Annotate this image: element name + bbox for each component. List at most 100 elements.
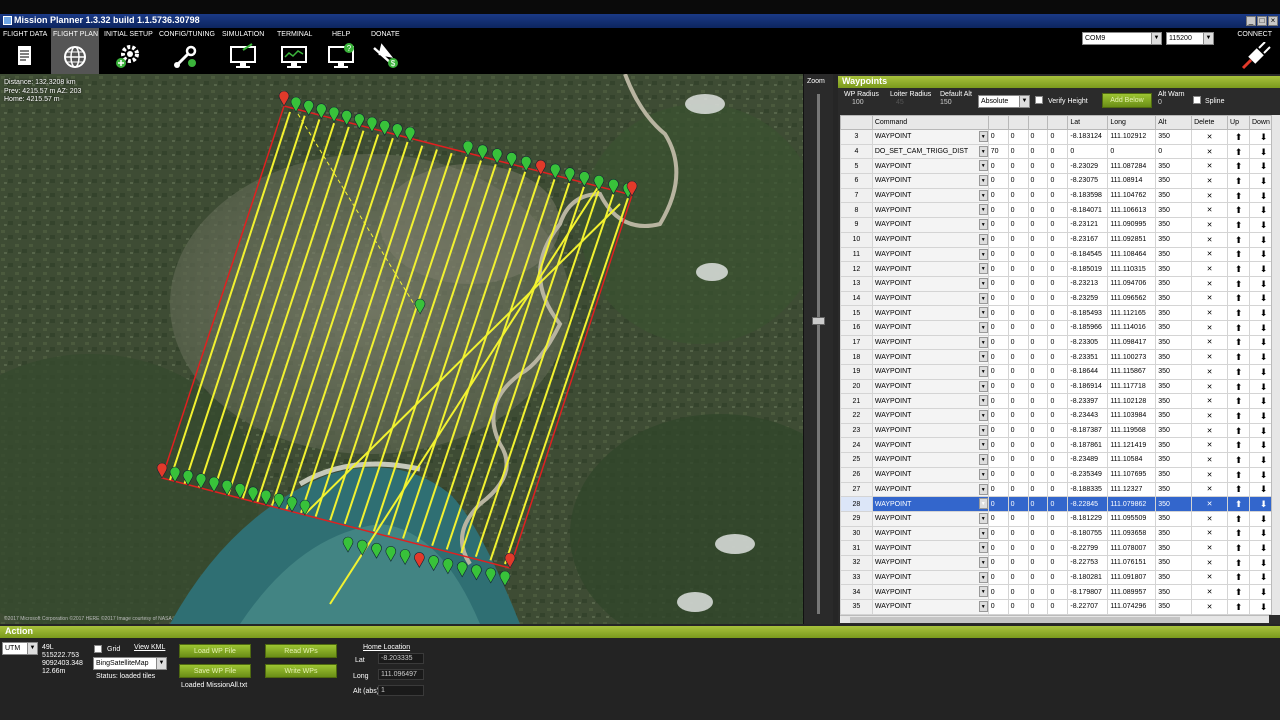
move-up-icon[interactable]: ⬆ xyxy=(1227,173,1250,189)
delete-icon[interactable]: ✕ xyxy=(1191,466,1229,483)
table-cell[interactable]: 0 xyxy=(987,158,1009,175)
chevron-down-icon[interactable]: ▼ xyxy=(978,424,988,436)
move-up-icon[interactable]: ⬆ xyxy=(1227,187,1250,204)
table-cell[interactable]: -8.187861 xyxy=(1067,437,1109,454)
table-cell[interactable]: -8.22799 xyxy=(1067,540,1109,556)
column-header[interactable] xyxy=(1047,115,1069,130)
table-cell[interactable]: 111.102912 xyxy=(1107,129,1157,145)
table-cell[interactable]: 0 xyxy=(987,466,1009,483)
table-cell[interactable]: 0 xyxy=(987,408,1009,424)
table-cell[interactable]: 0 xyxy=(1007,275,1029,292)
column-header[interactable]: Delete xyxy=(1191,115,1229,130)
move-up-icon[interactable]: ⬆ xyxy=(1227,540,1250,556)
table-cell[interactable]: 0 xyxy=(1007,158,1029,175)
command-cell[interactable]: WAYPOINT ▼ xyxy=(871,437,989,454)
table-cell[interactable]: 111.10584 xyxy=(1107,452,1157,468)
table-cell[interactable]: 111.092851 xyxy=(1107,231,1157,248)
table-cell[interactable]: -8.186914 xyxy=(1067,378,1109,395)
table-cell[interactable]: 0 xyxy=(1007,452,1029,468)
table-cell[interactable]: 350 xyxy=(1155,452,1193,468)
column-header[interactable] xyxy=(987,115,1009,130)
table-cell[interactable]: 70 xyxy=(987,143,1009,160)
table-cell[interactable]: 111.074296 xyxy=(1107,599,1157,615)
table-cell[interactable]: 0 xyxy=(1047,408,1069,424)
scroll-thumb[interactable] xyxy=(850,617,1180,623)
table-cell[interactable]: 0 xyxy=(987,187,1009,204)
table-cell[interactable]: 0 xyxy=(1007,599,1029,615)
chevron-down-icon[interactable]: ▼ xyxy=(978,131,988,142)
table-cell[interactable]: 111.093658 xyxy=(1107,525,1157,542)
table-row[interactable]: 8 WAYPOINT ▼ 0 0 0 0 -8.184071 111.106613 350 ✕ ⬆ ⬇ xyxy=(840,202,1278,219)
table-cell[interactable]: 0 xyxy=(987,334,1009,351)
delete-icon[interactable]: ✕ xyxy=(1191,554,1229,571)
table-cell[interactable]: 0 xyxy=(1047,158,1069,175)
table-row[interactable]: 10 WAYPOINT ▼ 0 0 0 0 -8.23167 111.092851 350 ✕ ⬆ ⬇ xyxy=(840,231,1278,248)
chevron-down-icon[interactable]: ▼ xyxy=(978,410,988,422)
chevron-down-icon[interactable]: ▼ xyxy=(978,542,988,554)
table-cell[interactable]: 350 xyxy=(1155,393,1193,410)
delete-icon[interactable]: ✕ xyxy=(1191,158,1229,175)
chevron-down-icon[interactable]: ▼ xyxy=(978,175,988,187)
table-cell[interactable]: 350 xyxy=(1155,217,1193,233)
table-cell[interactable]: 111.087284 xyxy=(1107,158,1157,175)
command-cell[interactable]: WAYPOINT ▼ xyxy=(871,319,989,336)
command-cell[interactable]: WAYPOINT ▼ xyxy=(871,584,989,600)
table-cell[interactable]: 111.108464 xyxy=(1107,246,1157,263)
move-up-icon[interactable]: ⬆ xyxy=(1227,481,1250,498)
chevron-down-icon[interactable]: ▼ xyxy=(978,277,988,289)
delete-icon[interactable]: ✕ xyxy=(1191,599,1229,615)
table-cell[interactable]: 0 xyxy=(1007,202,1029,219)
chevron-down-icon[interactable]: ▼ xyxy=(978,366,988,377)
add-below-button[interactable]: Add Below xyxy=(1102,93,1152,108)
delete-icon[interactable]: ✕ xyxy=(1191,349,1229,365)
table-cell[interactable]: 0 xyxy=(1007,393,1029,410)
delete-icon[interactable]: ✕ xyxy=(1191,437,1229,454)
table-cell[interactable]: 0 xyxy=(987,393,1009,410)
table-cell[interactable]: 0 xyxy=(987,452,1009,468)
table-cell[interactable]: 0 xyxy=(1027,393,1049,410)
command-cell[interactable]: WAYPOINT ▼ xyxy=(871,187,989,204)
table-cell[interactable]: 0 xyxy=(1047,466,1069,483)
table-cell[interactable]: 350 xyxy=(1155,540,1193,556)
table-cell[interactable]: -8.183598 xyxy=(1067,187,1109,204)
move-up-icon[interactable]: ⬆ xyxy=(1227,305,1250,321)
table-cell[interactable]: 350 xyxy=(1155,129,1193,145)
table-row[interactable]: 25 WAYPOINT ▼ 0 0 0 0 -8.23489 111.10584 350 ✕ ⬆ ⬇ xyxy=(840,452,1278,468)
home-long-input[interactable]: 111.096497 xyxy=(378,669,424,680)
delete-icon[interactable]: ✕ xyxy=(1191,275,1229,292)
command-cell[interactable]: WAYPOINT ▼ xyxy=(871,599,989,615)
table-cell[interactable]: 0 xyxy=(1067,143,1109,160)
table-cell[interactable]: -8.179807 xyxy=(1067,584,1109,600)
move-up-icon[interactable]: ⬆ xyxy=(1227,202,1250,219)
table-cell[interactable]: 0 xyxy=(1027,554,1049,571)
coord-system-select[interactable]: UTM ▼ xyxy=(2,642,38,655)
waypoint-table[interactable]: Command Lat Long Alt Delete Up Down 3 WAYPOINT ▼… xyxy=(840,115,1278,615)
menu-flight-data[interactable]: FLIGHT DATA xyxy=(0,28,48,74)
table-row[interactable]: 26 WAYPOINT ▼ 0 0 0 0 -8.235349 111.107695 350 ✕ ⬆ ⬇ xyxy=(840,466,1278,483)
command-cell[interactable]: WAYPOINT ▼ xyxy=(871,496,989,512)
table-cell[interactable]: 0 xyxy=(1047,364,1069,380)
table-cell[interactable]: 0 xyxy=(1027,305,1049,321)
table-cell[interactable]: 0 xyxy=(987,525,1009,542)
table-row[interactable]: 30 WAYPOINT ▼ 0 0 0 0 -8.180755 111.093658 350 ✕ ⬆ ⬇ xyxy=(840,525,1278,542)
move-up-icon[interactable]: ⬆ xyxy=(1227,290,1250,307)
table-cell[interactable]: 350 xyxy=(1155,569,1193,586)
table-cell[interactable]: 0 xyxy=(1047,510,1069,527)
delete-icon[interactable]: ✕ xyxy=(1191,569,1229,586)
chevron-down-icon[interactable]: ▼ xyxy=(978,233,988,245)
move-up-icon[interactable]: ⬆ xyxy=(1227,275,1250,292)
table-cell[interactable]: 0 xyxy=(987,554,1009,571)
move-up-icon[interactable]: ⬆ xyxy=(1227,554,1250,571)
chevron-down-icon[interactable]: ▼ xyxy=(978,263,988,275)
table-cell[interactable]: -8.22845 xyxy=(1067,496,1109,512)
chevron-down-icon[interactable]: ▼ xyxy=(978,160,988,172)
delete-icon[interactable]: ✕ xyxy=(1191,319,1229,336)
table-cell[interactable]: 0 xyxy=(1027,364,1049,380)
chevron-down-icon[interactable]: ▼ xyxy=(978,454,988,466)
table-row[interactable]: 15 WAYPOINT ▼ 0 0 0 0 -8.185493 111.112165 350 ✕ ⬆ ⬇ xyxy=(840,305,1278,321)
table-cell[interactable]: 0 xyxy=(1007,261,1029,277)
menu-flight-plan[interactable]: FLIGHT PLAN xyxy=(51,28,99,74)
table-cell[interactable]: 0 xyxy=(1027,437,1049,454)
table-row[interactable]: 28 WAYPOINT ▼ 0 0 0 0 -8.22845 111.079862 350 ✕ ⬆ ⬇ xyxy=(840,496,1278,512)
chevron-down-icon[interactable]: ▼ xyxy=(978,498,988,510)
